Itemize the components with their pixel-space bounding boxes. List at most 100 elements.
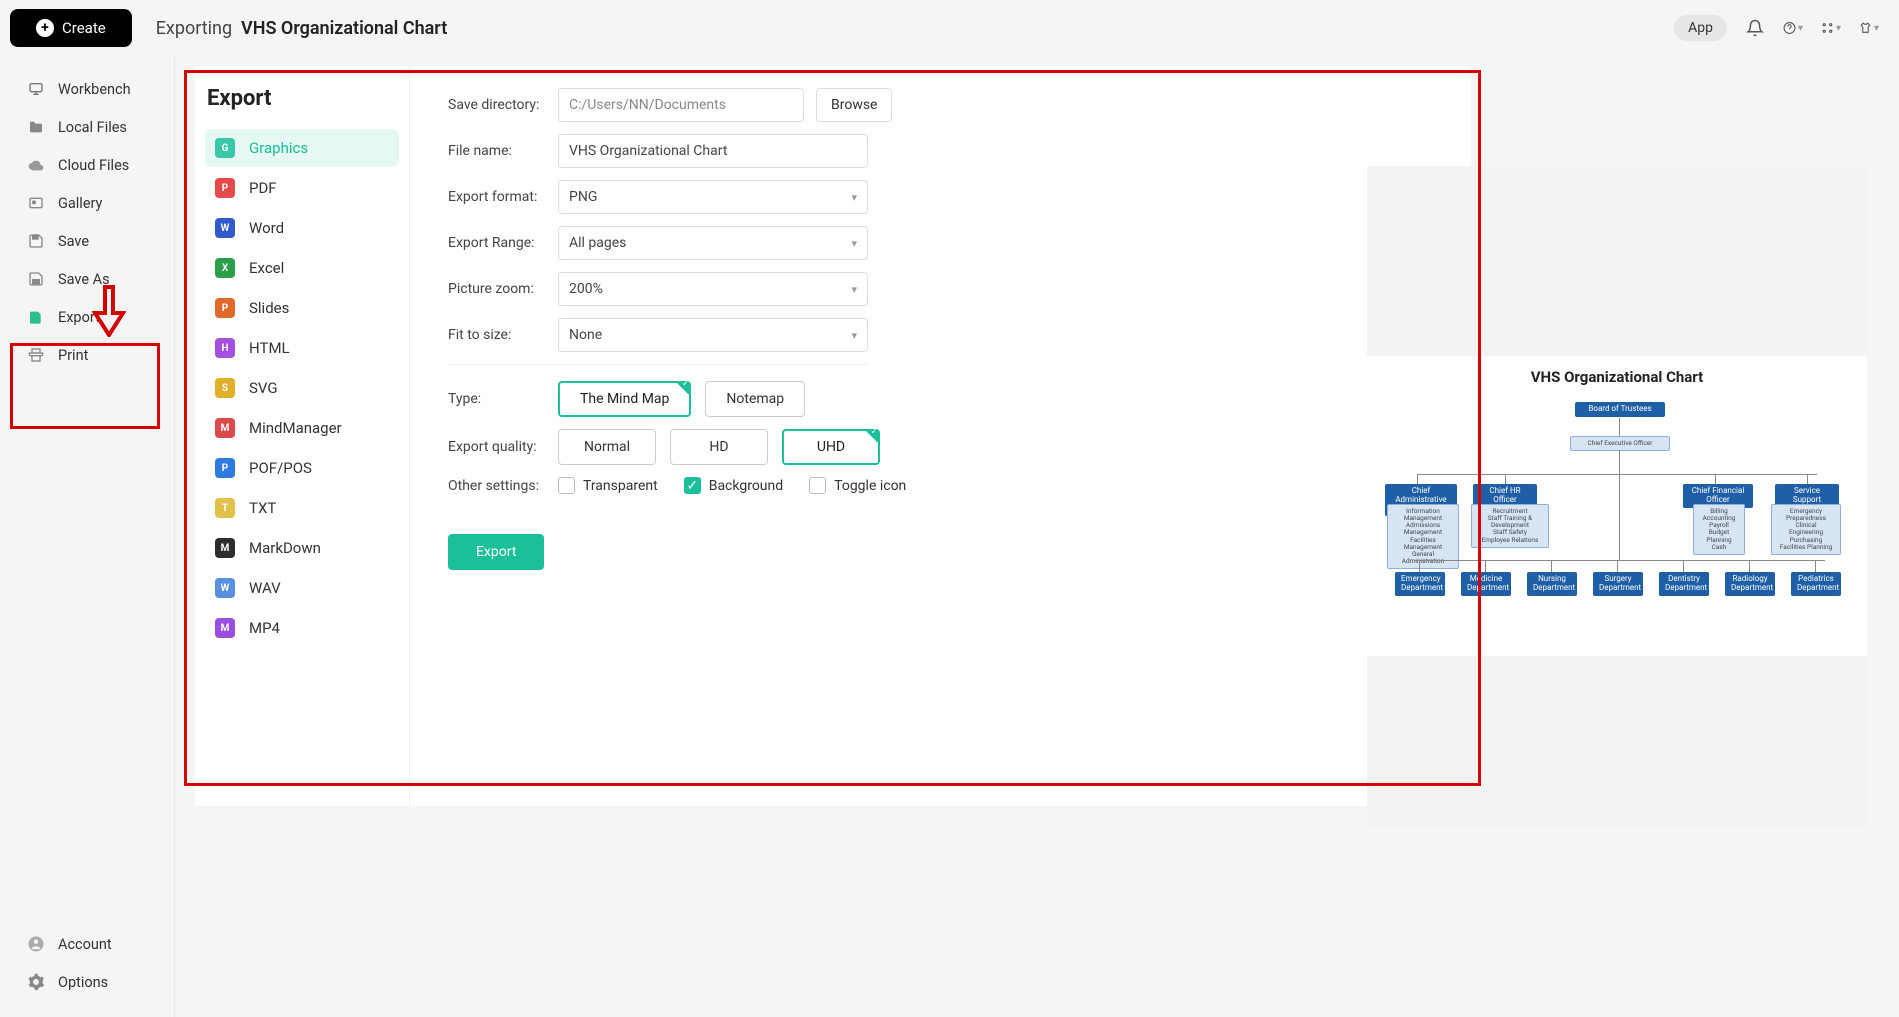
format-label: Word [249, 219, 284, 237]
sidebar-item-local-files[interactable]: Local Files [0, 108, 174, 146]
sidebar-item-account[interactable]: Account [0, 925, 174, 963]
save-as-icon [26, 270, 46, 288]
org-node: Pediatrics Department [1791, 572, 1841, 596]
app-chip[interactable]: App [1674, 15, 1727, 41]
sidebar-item-options[interactable]: Options [0, 963, 174, 1001]
preview-card: VHS Organizational Chart Board of Truste… [1367, 356, 1867, 656]
format-item-html[interactable]: HHTML [205, 329, 399, 367]
sidebar: Workbench Local Files Cloud Files Galler… [0, 56, 175, 1017]
other-label: Other settings: [448, 478, 558, 494]
format-item-txt[interactable]: TTXT [205, 489, 399, 527]
zoom-label: Picture zoom: [448, 281, 558, 297]
chevron-down-icon: ▾ [851, 237, 857, 250]
format-select[interactable]: PNG▾ [558, 180, 868, 214]
quality-segment: Normal HD UHD [558, 429, 880, 465]
workbench-icon [26, 80, 46, 98]
gallery-icon [26, 194, 46, 212]
org-node: Surgery Department [1593, 572, 1643, 596]
export-form: Save directory: Browse File name: Export… [410, 66, 1471, 806]
quality-option-normal[interactable]: Normal [558, 429, 656, 465]
file-name-label: File name: [448, 143, 558, 159]
quality-option-hd[interactable]: HD [670, 429, 768, 465]
format-label: MindManager [249, 419, 342, 437]
toggle-icon-checkbox[interactable]: Toggle icon [809, 477, 906, 494]
chevron-down-icon: ▾ [851, 191, 857, 204]
format-label: SVG [249, 379, 278, 397]
gear-icon [26, 973, 46, 991]
save-icon [26, 232, 46, 250]
export-panel: Export GGraphicsPPDFWWordXExcelPSlidesHH… [195, 66, 1471, 806]
export-button[interactable]: Export [448, 534, 544, 570]
format-item-word[interactable]: W Word [205, 209, 399, 247]
create-label: Create [62, 19, 106, 37]
format-label: PDF [249, 179, 277, 197]
type-option-notemap[interactable]: Notemap [705, 381, 805, 417]
format-icon: P [215, 178, 235, 198]
sidebar-item-cloud-files[interactable]: Cloud Files [0, 146, 174, 184]
format-item-svg[interactable]: SSVG [205, 369, 399, 407]
range-label: Export Range: [448, 235, 558, 251]
sidebar-item-label: Options [58, 974, 108, 991]
main-area: Export GGraphicsPPDFWWordXExcelPSlidesHH… [175, 56, 1899, 1017]
top-right-tools: App ▾ ▾ ▾ [1674, 15, 1879, 41]
fit-label: Fit to size: [448, 327, 558, 343]
quality-option-uhd[interactable]: UHD [782, 429, 880, 465]
range-select[interactable]: All pages▾ [558, 226, 868, 260]
annotation-arrow [92, 285, 126, 337]
format-label: TXT [249, 499, 276, 517]
annotation-sidebar-box [10, 343, 160, 429]
plus-icon: + [36, 19, 54, 37]
format-item-pdf[interactable]: P PDF [205, 169, 399, 207]
org-node: Radiology Department [1725, 572, 1775, 596]
transparent-checkbox[interactable]: Transparent [558, 477, 658, 494]
sidebar-item-label: Save [58, 233, 89, 250]
sidebar-item-save-as[interactable]: Save As [0, 260, 174, 298]
format-label: Graphics [249, 139, 308, 157]
folder-icon [26, 118, 46, 136]
org-node: Medicine Department [1461, 572, 1511, 596]
fit-select[interactable]: None▾ [558, 318, 868, 352]
export-title: Export [205, 86, 399, 111]
org-node: Dentistry Department [1659, 572, 1709, 596]
format-label: MarkDown [249, 539, 321, 557]
browse-button[interactable]: Browse [816, 88, 892, 122]
bell-icon[interactable] [1745, 18, 1765, 38]
background-checkbox[interactable]: ✓Background [684, 477, 783, 494]
grid-icon[interactable]: ▾ [1821, 18, 1841, 38]
type-option-the-mind-map[interactable]: The Mind Map [558, 381, 691, 417]
format-item-slides[interactable]: P Slides [205, 289, 399, 327]
format-item-markdown[interactable]: MMarkDown [205, 529, 399, 567]
shirt-icon[interactable]: ▾ [1859, 18, 1879, 38]
create-button[interactable]: + Create [10, 9, 132, 47]
export-icon [26, 308, 46, 326]
sidebar-item-label: Workbench [58, 81, 131, 98]
zoom-select[interactable]: 200%▾ [558, 272, 868, 306]
format-icon: M [215, 618, 235, 638]
format-label: WAV [249, 579, 281, 597]
format-item-wav[interactable]: WWAV [205, 569, 399, 607]
sidebar-item-export[interactable]: Export [0, 298, 174, 336]
format-label: Slides [249, 299, 289, 317]
sidebar-item-save[interactable]: Save [0, 222, 174, 260]
org-node: Nursing Department [1527, 572, 1577, 596]
org-node: Emergency PreparednessClinical Engineeri… [1771, 504, 1841, 555]
format-icon: M [215, 418, 235, 438]
sidebar-item-workbench[interactable]: Workbench [0, 70, 174, 108]
format-item-excel[interactable]: XExcel [205, 249, 399, 287]
format-icon: W [215, 218, 235, 238]
format-label: Export format: [448, 189, 558, 205]
save-dir-input[interactable] [558, 88, 804, 122]
format-item-pof-pos[interactable]: PPOF/POS [205, 449, 399, 487]
account-icon [26, 935, 46, 953]
file-name-input[interactable] [558, 134, 868, 168]
org-node: Chief Executive Officer [1570, 436, 1670, 451]
sidebar-item-gallery[interactable]: Gallery [0, 184, 174, 222]
help-icon[interactable]: ▾ [1783, 18, 1803, 38]
exporting-label: Exporting [156, 18, 232, 39]
format-item-graphics[interactable]: GGraphics [205, 129, 399, 167]
format-item-mp4[interactable]: MMP4 [205, 609, 399, 647]
format-icon: P [215, 298, 235, 318]
format-item-mindmanager[interactable]: M MindManager [205, 409, 399, 447]
sidebar-item-label: Cloud Files [58, 157, 129, 174]
format-icon: H [215, 338, 235, 358]
